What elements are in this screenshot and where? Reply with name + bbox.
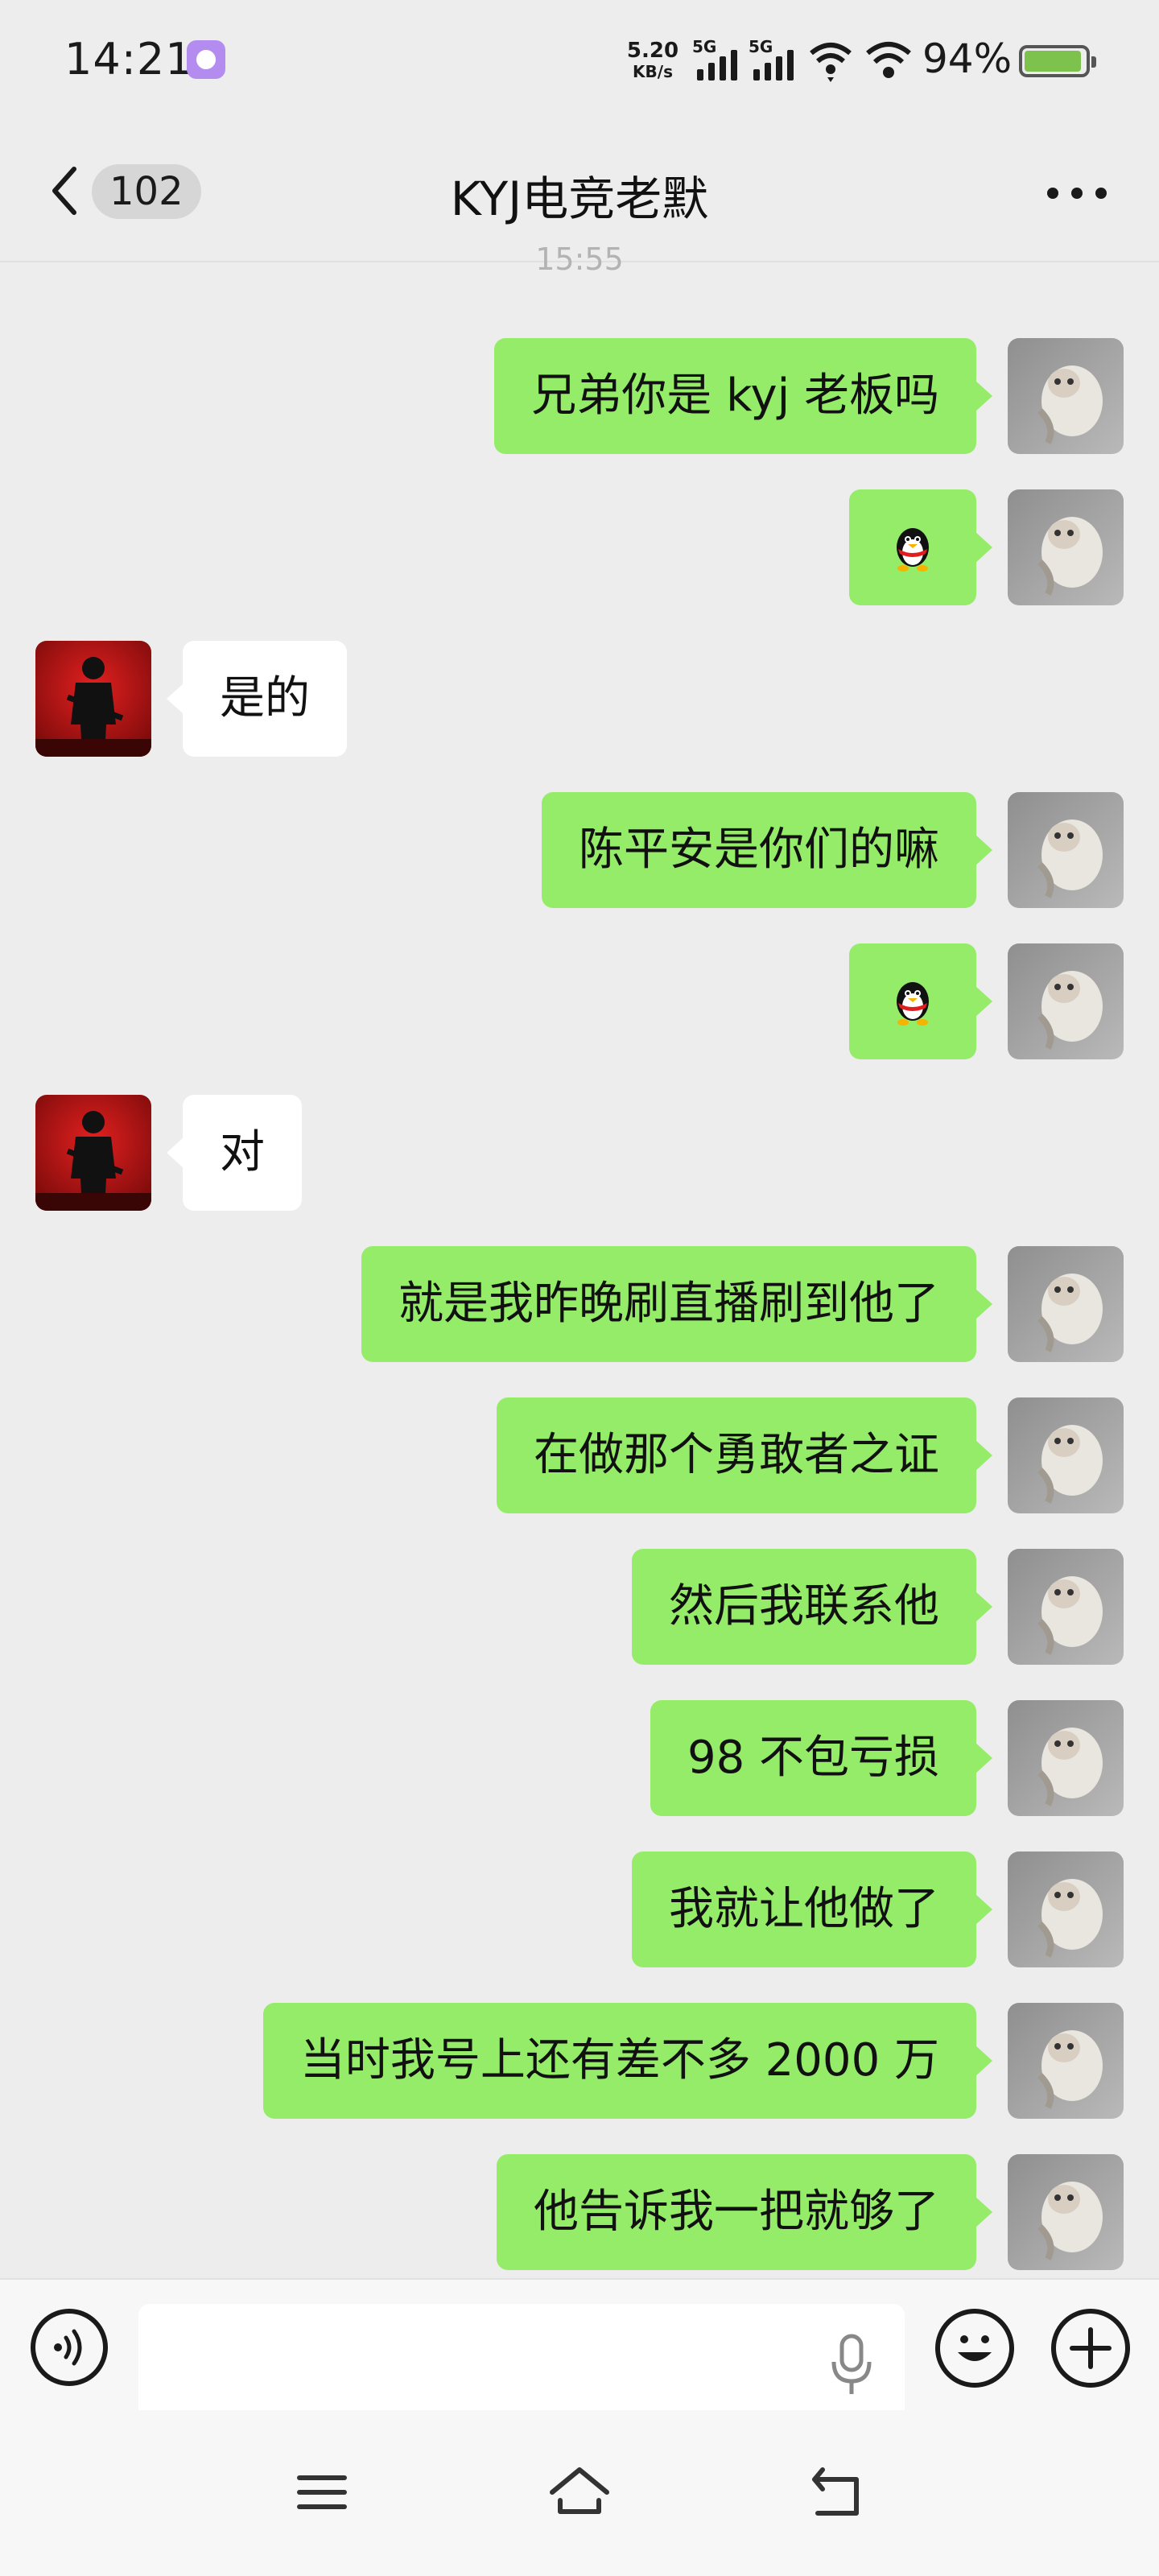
more-functions-button[interactable]: [1051, 2309, 1130, 2388]
message-row: 是的: [0, 641, 1159, 757]
outgoing-message-bubble[interactable]: 然后我联系他: [632, 1549, 992, 1665]
my-avatar[interactable]: [1008, 1852, 1124, 1967]
chat-title: KYJ电竞老默: [450, 171, 709, 226]
sticker-message[interactable]: [849, 489, 992, 605]
contact-avatar[interactable]: [35, 641, 151, 757]
chat-messages[interactable]: 兄弟你是 kyj 老板吗是的陈平安是你们的嘛对就是我昨晚刷直播刷到他了在做那个勇…: [0, 262, 1159, 2278]
sticker-message[interactable]: [849, 943, 992, 1059]
outgoing-message-bubble[interactable]: 当时我号上还有差不多 2000 万: [262, 2003, 993, 2119]
message-row: [0, 489, 1159, 605]
more-options-icon[interactable]: [1046, 185, 1107, 201]
my-avatar[interactable]: [1008, 338, 1124, 454]
app-notification-icon: [187, 40, 225, 79]
message-row: 陈平安是你们的嘛: [0, 792, 1159, 908]
message-row: 98 不包亏损: [0, 1700, 1159, 1816]
network-speed-value: 5.20: [626, 39, 679, 63]
signal-sim2-icon: 5G: [749, 37, 802, 80]
message-input[interactable]: [138, 2304, 905, 2420]
plus-icon: [1070, 2327, 1112, 2369]
microphone-icon[interactable]: [829, 2333, 874, 2397]
outgoing-message-bubble[interactable]: 兄弟你是 kyj 老板吗: [494, 338, 992, 454]
sim2-label: 5G: [749, 37, 773, 56]
battery-fill: [1025, 51, 1081, 72]
system-nav-bar: [0, 2410, 1159, 2576]
message-row: 兄弟你是 kyj 老板吗: [0, 338, 1159, 454]
outgoing-message-bubble[interactable]: 陈平安是你们的嘛: [542, 792, 992, 908]
smiley-icon: [958, 2335, 992, 2361]
battery-icon: [1019, 45, 1096, 77]
message-row: 在做那个勇敢者之证: [0, 1397, 1159, 1513]
incoming-message-bubble[interactable]: 是的: [167, 641, 347, 757]
home-icon[interactable]: [546, 2458, 613, 2526]
my-avatar[interactable]: [1008, 792, 1124, 908]
message-row: [0, 943, 1159, 1059]
message-row: 对: [0, 1095, 1159, 1211]
my-avatar[interactable]: [1008, 1700, 1124, 1816]
my-avatar[interactable]: [1008, 1246, 1124, 1362]
outgoing-message-bubble[interactable]: 我就让他做了: [632, 1852, 992, 1967]
menu-icon[interactable]: [288, 2458, 356, 2526]
network-speed-unit: KB/s: [633, 62, 673, 81]
my-avatar[interactable]: [1008, 1397, 1124, 1513]
outgoing-message-bubble[interactable]: 他告诉我一把就够了: [497, 2154, 992, 2270]
battery-percent: 94%: [922, 35, 1013, 82]
message-row: 他告诉我一把就够了: [0, 2154, 1159, 2270]
outgoing-message-bubble[interactable]: 98 不包亏损: [650, 1700, 993, 1816]
message-row: 当时我号上还有差不多 2000 万: [0, 2003, 1159, 2119]
my-avatar[interactable]: [1008, 489, 1124, 605]
contact-avatar[interactable]: [35, 1095, 151, 1211]
my-avatar[interactable]: [1008, 943, 1124, 1059]
my-avatar[interactable]: [1008, 2003, 1124, 2119]
message-row: 就是我昨晚刷直播刷到他了: [0, 1246, 1159, 1362]
voice-wave-icon: [54, 2329, 82, 2366]
my-avatar[interactable]: [1008, 1549, 1124, 1665]
outgoing-message-bubble[interactable]: 在做那个勇敢者之证: [497, 1397, 992, 1513]
status-time: 14:21: [64, 34, 194, 85]
wifi-arrows-icon: [810, 43, 852, 82]
my-avatar[interactable]: [1008, 2154, 1124, 2270]
input-bar: [0, 2278, 1159, 2420]
network-speed: 5.20 KB/s: [625, 40, 681, 80]
voice-mode-button[interactable]: [31, 2309, 108, 2386]
status-bar: 14:21 5.20 KB/s 5G 5G 94%: [0, 0, 1159, 121]
incoming-message-bubble[interactable]: 对: [167, 1095, 302, 1211]
back-nav-icon[interactable]: [803, 2458, 871, 2526]
signal-sim1-icon: 5G: [692, 37, 745, 80]
sim1-label: 5G: [692, 37, 717, 56]
emoji-button[interactable]: [935, 2309, 1014, 2388]
outgoing-message-bubble[interactable]: 就是我昨晚刷直播刷到他了: [361, 1246, 992, 1362]
message-row: 我就让他做了: [0, 1852, 1159, 1967]
wifi-icon: [866, 42, 911, 78]
message-row: 然后我联系他: [0, 1549, 1159, 1665]
